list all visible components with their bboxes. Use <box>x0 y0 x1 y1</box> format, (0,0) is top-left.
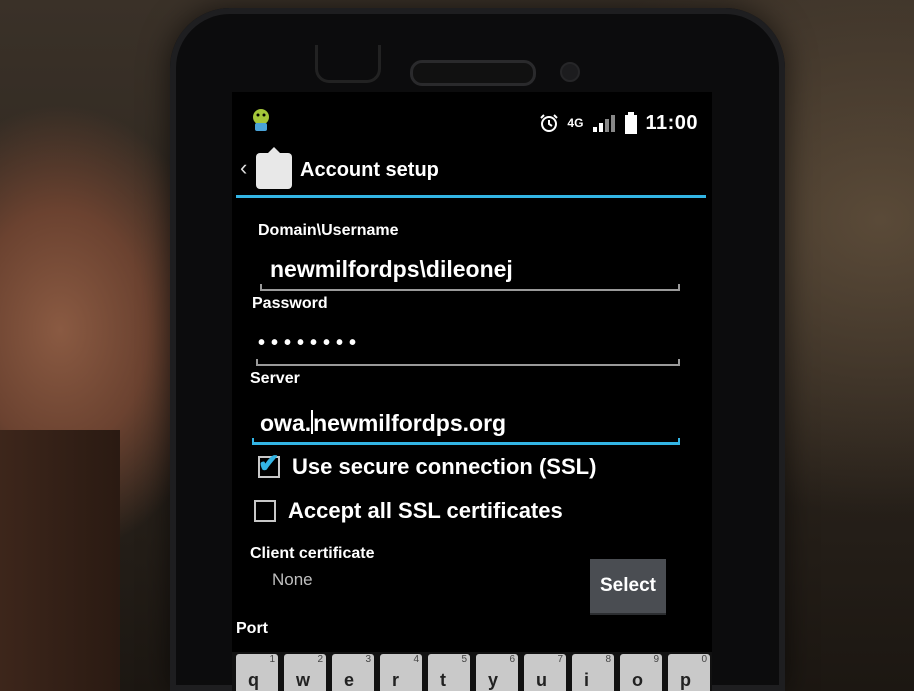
ssl-option[interactable]: ✔ Use secure connection (SSL) <box>258 450 597 480</box>
server-input[interactable]: owa.newmilfordps.org <box>260 410 506 437</box>
select-certificate-button[interactable]: Select <box>590 559 666 615</box>
key-o[interactable]: 9o <box>620 654 662 691</box>
phone-screen: 4G 11:00 ‹ Account setup Domain\Username… <box>232 92 712 691</box>
status-icons: 4G 11:00 <box>539 110 698 136</box>
hand <box>0 430 120 691</box>
server-label: Server <box>250 370 300 387</box>
status-bar: 4G 11:00 <box>232 92 712 152</box>
battery-icon <box>625 112 638 134</box>
key-u[interactable]: 7u <box>524 654 566 691</box>
domain-username-underline <box>260 284 680 291</box>
client-certificate-value: None <box>272 570 313 589</box>
password-input[interactable]: •••••••• <box>258 332 362 355</box>
key-e[interactable]: 3e <box>332 654 374 691</box>
page-title: Account setup <box>300 159 439 181</box>
clock: 11:00 <box>645 111 698 134</box>
accept-all-certs-option[interactable]: Accept all SSL certificates <box>254 498 563 524</box>
earpiece-speaker <box>410 60 536 86</box>
back-chevron-icon[interactable]: ‹ <box>240 155 247 181</box>
key-i[interactable]: 8i <box>572 654 614 691</box>
signal-icon <box>593 115 616 132</box>
server-value-prefix: owa. <box>260 410 312 436</box>
password-underline <box>256 359 680 366</box>
domain-username-label: Domain\Username <box>258 222 399 239</box>
front-camera <box>560 62 580 82</box>
proximity-sensor <box>315 45 381 83</box>
key-t[interactable]: 5t <box>428 654 470 691</box>
android-notification-icon <box>253 109 269 131</box>
ssl-checkbox[interactable]: ✔ <box>258 450 280 478</box>
network-type-icon: 4G <box>567 116 584 130</box>
port-label: Port <box>236 620 268 637</box>
key-q[interactable]: 1q <box>236 654 278 691</box>
client-certificate-label: Client certificate <box>250 545 375 562</box>
ssl-label: Use secure connection (SSL) <box>292 454 597 479</box>
alarm-icon <box>540 114 559 132</box>
email-app-icon[interactable] <box>256 147 292 189</box>
accept-all-certs-checkbox[interactable] <box>254 500 276 522</box>
checkmark-icon: ✔ <box>258 448 280 478</box>
action-bar: ‹ Account setup <box>232 147 712 197</box>
action-bar-divider <box>236 195 706 198</box>
accept-all-certs-label: Accept all SSL certificates <box>288 498 563 523</box>
key-y[interactable]: 6y <box>476 654 518 691</box>
key-r[interactable]: 4r <box>380 654 422 691</box>
password-label: Password <box>252 295 328 312</box>
server-value-suffix: newmilfordps.org <box>313 410 507 436</box>
domain-username-input[interactable]: newmilfordps\dileonej <box>270 256 513 283</box>
key-p[interactable]: 0p <box>668 654 710 691</box>
key-w[interactable]: 2w <box>284 654 326 691</box>
soft-keyboard: 1q 2w 3e 4r 5t 6y 7u 8i 9o 0p <box>232 652 712 691</box>
server-underline <box>252 438 680 445</box>
